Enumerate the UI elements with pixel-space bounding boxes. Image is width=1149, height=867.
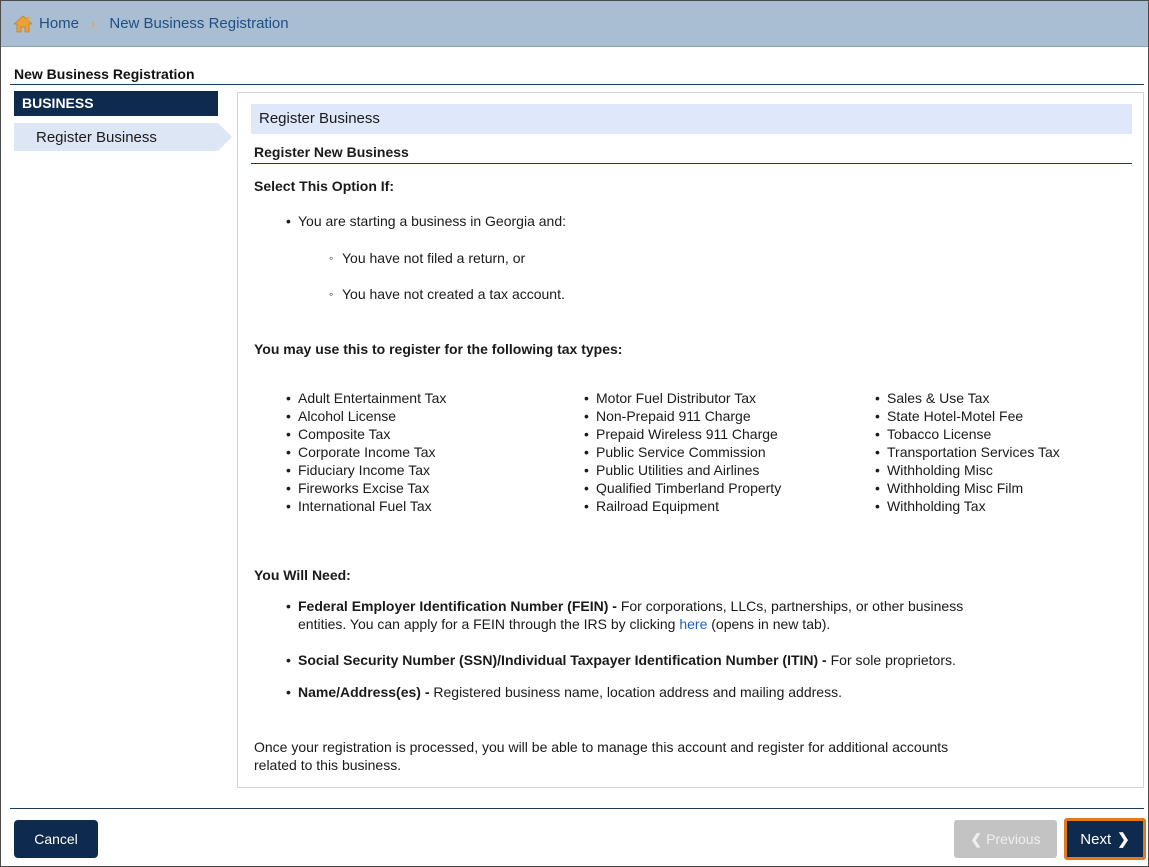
previous-button-label: Previous <box>986 831 1041 847</box>
list-item: Motor Fuel Distributor Tax <box>584 389 781 407</box>
ssn-term: Social Security Number (SSN)/Individual … <box>298 652 827 668</box>
list-item: State Hotel-Motel Fee <box>875 407 1060 425</box>
list-item: Corporate Income Tax <box>286 443 446 461</box>
list-item: Sales & Use Tax <box>875 389 1060 407</box>
tax-types-column-1: Adult Entertainment Tax Alcohol License … <box>286 389 446 515</box>
chevron-right-icon: ❯ <box>1117 831 1130 848</box>
cancel-button[interactable]: Cancel <box>14 820 98 858</box>
list-item: Adult Entertainment Tax <box>286 389 446 407</box>
fein-term: Federal Employer Identification Number (… <box>298 598 617 614</box>
list-item: Social Security Number (SSN)/Individual … <box>286 651 1138 669</box>
tax-types-heading: You may use this to register for the fol… <box>254 341 623 357</box>
tax-types-column-3: Sales & Use Tax State Hotel-Motel Fee To… <box>875 389 1060 515</box>
home-icon[interactable] <box>12 14 34 33</box>
list-item: Non-Prepaid 911 Charge <box>584 407 781 425</box>
name-address-term: Name/Address(es) - <box>298 684 430 700</box>
list-item: Name/Address(es) - Registered business n… <box>286 683 1138 701</box>
list-item: Withholding Misc <box>875 461 1060 479</box>
list-item: Alcohol License <box>286 407 446 425</box>
you-will-need-heading: You Will Need: <box>254 567 351 583</box>
list-item: Composite Tax <box>286 425 446 443</box>
list-item: International Fuel Tax <box>286 497 446 515</box>
tax-types-column-2: Motor Fuel Distributor Tax Non-Prepaid 9… <box>584 389 781 515</box>
list-item: Public Service Commission <box>584 443 781 461</box>
title-divider <box>10 84 1144 85</box>
previous-button[interactable]: ❮ Previous <box>954 820 1057 858</box>
page-title: New Business Registration <box>14 66 195 82</box>
list-item: Federal Employer Identification Number (… <box>286 597 1118 633</box>
section-title: Register New Business <box>254 144 409 160</box>
list-item: Prepaid Wireless 911 Charge <box>584 425 781 443</box>
ssn-text: For sole proprietors. <box>830 652 956 668</box>
list-item: Public Utilities and Airlines <box>584 461 781 479</box>
closing-text-line-1: Once your registration is processed, you… <box>254 739 949 755</box>
content-card: Register Business Register New Business … <box>237 92 1144 788</box>
fein-text-1: For corporations, LLCs, partnerships, or… <box>620 598 964 614</box>
card-header: Register Business <box>251 104 1132 134</box>
list-item: Railroad Equipment <box>584 497 781 515</box>
chevron-left-icon: ❮ <box>970 830 983 847</box>
sidebar-item-register-business[interactable]: Register Business <box>14 123 232 151</box>
list-item: Tobacco License <box>875 425 1060 443</box>
fein-text-2a: entities. You can apply for a FEIN throu… <box>298 616 676 632</box>
sidebar-header: BUSINESS <box>14 91 218 116</box>
footer-divider <box>10 808 1144 809</box>
list-item: Withholding Tax <box>875 497 1060 515</box>
closing-text-line-2: related to this business. <box>254 757 402 773</box>
name-address-text: Registered business name, location addre… <box>433 684 842 700</box>
list-item: Transportation Services Tax <box>875 443 1060 461</box>
fein-text-2b: (opens in new tab). <box>711 616 831 632</box>
sidebar-item-label: Register Business <box>36 129 157 146</box>
list-item: You have not filed a return, or <box>329 250 525 266</box>
list-item: You are starting a business in Georgia a… <box>286 213 566 229</box>
chevron-right-icon: › <box>91 16 96 31</box>
next-button-label: Next <box>1080 830 1112 848</box>
list-item: You have not created a tax account. <box>329 286 565 302</box>
next-button[interactable]: Next ❯ <box>1064 818 1146 860</box>
list-item: Withholding Misc Film <box>875 479 1060 497</box>
select-option-heading: Select This Option If: <box>254 178 395 194</box>
breadcrumb: Home › New Business Registration <box>1 1 1148 47</box>
breadcrumb-home-link[interactable]: Home <box>39 15 79 32</box>
list-item: Fireworks Excise Tax <box>286 479 446 497</box>
section-divider <box>251 163 1132 164</box>
list-item: Fiduciary Income Tax <box>286 461 446 479</box>
list-item: Qualified Timberland Property <box>584 479 781 497</box>
fein-irs-link[interactable]: here <box>679 616 707 632</box>
breadcrumb-current: New Business Registration <box>109 15 289 32</box>
